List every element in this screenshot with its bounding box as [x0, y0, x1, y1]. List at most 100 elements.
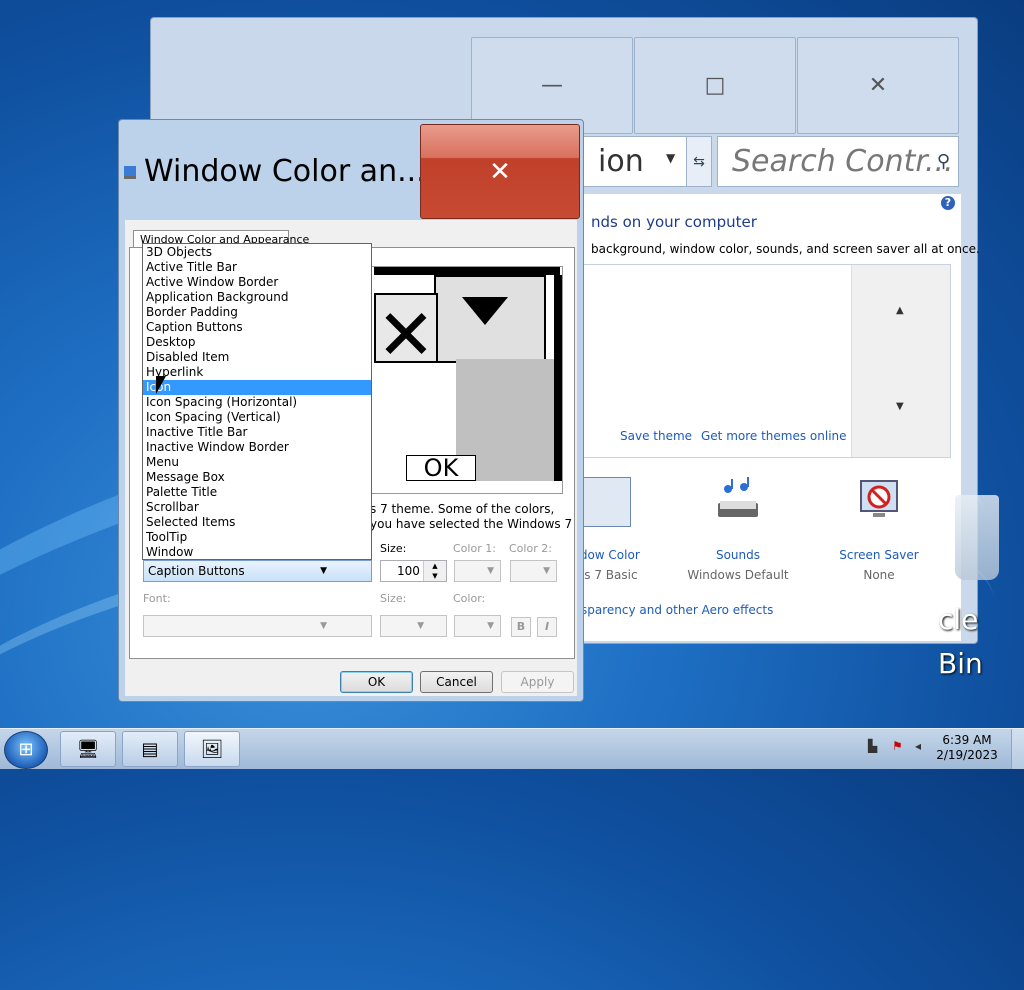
dropdown-item[interactable]: Caption Buttons: [143, 320, 371, 335]
font-label: Font:: [143, 592, 171, 605]
color2-picker: ▼: [510, 560, 557, 582]
preview-title-bar: [374, 267, 560, 275]
refresh-button[interactable]: ⇆: [686, 136, 712, 187]
get-more-themes-link[interactable]: Get more themes online: [701, 429, 847, 443]
size-value: 100: [397, 564, 420, 578]
dropdown-item[interactable]: Icon: [143, 380, 371, 395]
item-dropdown-value: Caption Buttons: [148, 564, 245, 578]
scroll-up-icon[interactable]: ▲: [896, 305, 904, 316]
size-label: Size:: [380, 542, 407, 555]
bold-button: B: [511, 617, 531, 637]
dropdown-item[interactable]: Scrollbar: [143, 500, 371, 515]
dropdown-item[interactable]: 3D Objects: [143, 245, 371, 260]
preview-scrollbar: [554, 275, 562, 481]
description-line-2: you have selected the Windows 7: [370, 517, 573, 531]
mouse-pointer-icon: [156, 376, 166, 394]
apply-button: Apply: [501, 671, 574, 693]
taskbar-clock[interactable]: 6:39 AM 2/19/2023: [932, 733, 1002, 763]
dropdown-item[interactable]: Application Background: [143, 290, 371, 305]
dropdown-item[interactable]: Icon Spacing (Horizontal): [143, 395, 371, 410]
save-theme-link[interactable]: Save theme: [620, 429, 692, 443]
dropdown-item[interactable]: ToolTip: [143, 530, 371, 545]
size-stepper[interactable]: 100 ▲ ▼: [380, 560, 447, 582]
search-input[interactable]: Search Contr... ⚲: [717, 136, 959, 187]
taskbar-control-panel-button[interactable]: ▤: [122, 731, 178, 767]
themes-scrollbar[interactable]: ▲ ▼: [851, 265, 950, 457]
close-icon: ✕: [489, 156, 511, 187]
dropdown-item[interactable]: Hyperlink: [143, 365, 371, 380]
dialog-close-button[interactable]: ✕: [420, 124, 580, 219]
close-button[interactable]: ✕: [797, 37, 959, 134]
search-placeholder: Search Contr...: [732, 144, 954, 179]
maximize-button[interactable]: □: [634, 37, 796, 134]
font-color-picker: ▼: [454, 615, 501, 637]
preview-close-glyph: ✕: [374, 293, 438, 363]
dropdown-item[interactable]: Selected Items: [143, 515, 371, 530]
ok-button[interactable]: OK: [340, 671, 413, 693]
chevron-down-icon: ▼: [320, 566, 327, 576]
start-button[interactable]: ⊞: [4, 731, 48, 769]
taskbar-computer-button[interactable]: 🖥: [60, 731, 116, 767]
dropdown-item[interactable]: Inactive Window Border: [143, 440, 371, 455]
close-icon: ✕: [868, 73, 888, 98]
computer-icon: 🖥: [76, 738, 100, 760]
dropdown-item[interactable]: Window: [143, 545, 371, 560]
taskbar-window-color-button[interactable]: 🖼: [184, 731, 240, 767]
screen-saver-link[interactable]: Screen Saver: [824, 548, 934, 562]
recycle-bin-label[interactable]: cle Bin: [938, 598, 1024, 686]
action-center-icon[interactable]: ⚑: [892, 739, 903, 753]
dropdown-item[interactable]: Border Padding: [143, 305, 371, 320]
sounds-icon[interactable]: [714, 477, 762, 525]
dropdown-item[interactable]: Palette Title: [143, 485, 371, 500]
scroll-down-icon[interactable]: ▼: [896, 401, 904, 412]
page-subheading: background, window color, sounds, and sc…: [591, 242, 980, 256]
transparency-link[interactable]: sparency and other Aero effects: [581, 603, 773, 617]
recycle-bin-icon[interactable]: [955, 495, 999, 580]
themes-list[interactable]: Save theme Get more themes online ▲ ▼: [581, 264, 951, 458]
color1-picker: ▼: [454, 560, 501, 582]
dropdown-item[interactable]: Inactive Title Bar: [143, 425, 371, 440]
stepper-arrows[interactable]: ▲ ▼: [423, 561, 446, 581]
description-line-1: s 7 theme. Some of the colors,: [370, 502, 555, 516]
dialog-title: Window Color an...: [144, 154, 426, 189]
preview-ok-button: OK: [406, 455, 476, 481]
screen-saver-icon[interactable]: [855, 477, 903, 525]
font-dropdown: ▼: [143, 615, 372, 637]
taskbar: ⊞ 🖥 ▤ 🖼 ▙ ⚑ ◂ 6:39 AM 2/19/2023: [0, 728, 1024, 769]
personalization-content: ? nds on your computer background, windo…: [572, 194, 980, 641]
search-icon[interactable]: ⚲: [937, 137, 950, 187]
dropdown-item[interactable]: Disabled Item: [143, 350, 371, 365]
minimize-icon: —: [541, 73, 563, 98]
dropdown-item[interactable]: Message Box: [143, 470, 371, 485]
dropdown-item[interactable]: Active Window Border: [143, 275, 371, 290]
font-color-label: Color:: [453, 592, 486, 605]
page-heading: nds on your computer: [591, 213, 757, 231]
clock-date: 2/19/2023: [936, 748, 998, 762]
appearance-preview: ✕ OK: [355, 266, 563, 494]
display-settings-icon: 🖼: [200, 738, 224, 760]
cancel-button[interactable]: Cancel: [420, 671, 493, 693]
windows-logo-icon: ⊞: [18, 739, 34, 760]
volume-icon[interactable]: ◂: [915, 739, 921, 753]
color2-label: Color 2:: [509, 542, 552, 555]
dialog-app-icon: [124, 166, 136, 179]
refresh-icon: ⇆: [693, 153, 705, 170]
item-dropdown[interactable]: Caption Buttons ▼: [143, 560, 372, 582]
sounds-link[interactable]: Sounds: [683, 548, 793, 562]
dropdown-item[interactable]: Desktop: [143, 335, 371, 350]
clock-time: 6:39 AM: [942, 733, 992, 747]
show-desktop-button[interactable]: [1011, 729, 1024, 769]
dropdown-item[interactable]: Active Title Bar: [143, 260, 371, 275]
dropdown-item[interactable]: Icon Spacing (Vertical): [143, 410, 371, 425]
italic-button: I: [537, 617, 557, 637]
sounds-value: Windows Default: [687, 568, 789, 582]
item-dropdown-list[interactable]: 3D Objects Active Title Bar Active Window …: [142, 243, 372, 560]
color1-label: Color 1:: [453, 542, 496, 555]
preview-arrow-icon: [462, 297, 508, 325]
network-icon[interactable]: ▙: [868, 739, 877, 753]
address-dropdown-icon[interactable]: ▼: [666, 151, 675, 165]
dropdown-item[interactable]: Menu: [143, 455, 371, 470]
control-panel-icon: ▤: [141, 738, 159, 760]
maximize-icon: □: [704, 73, 726, 98]
help-icon[interactable]: ?: [941, 196, 955, 210]
